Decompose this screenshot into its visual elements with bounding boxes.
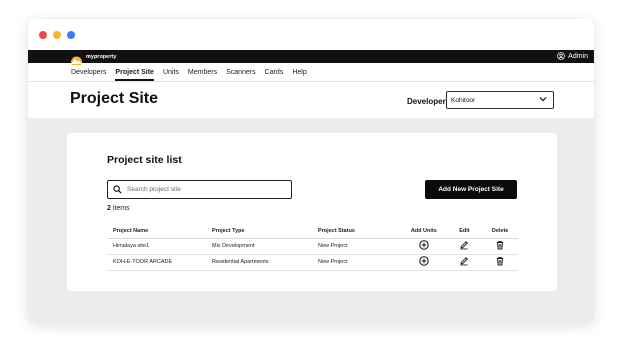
top-bar: myproperty Admin bbox=[28, 50, 594, 68]
project-type-cell: Residential Apartments bbox=[205, 254, 312, 271]
column-header-delete: Delete bbox=[482, 224, 518, 239]
close-window-button[interactable] bbox=[39, 31, 47, 39]
trash-icon[interactable] bbox=[495, 240, 505, 252]
nav-item-developers[interactable]: Developers bbox=[71, 69, 106, 76]
project-status-cell: New Project bbox=[312, 254, 402, 271]
user-menu[interactable]: Admin bbox=[557, 51, 588, 62]
trash-icon[interactable] bbox=[495, 256, 505, 268]
main-nav: Developers Project Site Units Members Sc… bbox=[28, 63, 594, 82]
project-status-cell: New Project bbox=[312, 238, 402, 255]
item-count-suffix: items bbox=[110, 205, 130, 212]
add-circle-icon[interactable] bbox=[419, 240, 429, 252]
add-units-cell bbox=[401, 254, 447, 271]
developer-select[interactable]: Kohitoor bbox=[446, 91, 554, 109]
nav-item-help[interactable]: Help bbox=[292, 69, 306, 76]
project-site-card: Project site list Add New Project Site 2… bbox=[67, 133, 557, 291]
project-name-cell: KOH-E-TOOR ARCADE bbox=[107, 254, 206, 271]
window-chrome bbox=[28, 19, 594, 50]
project-name-cell: Himalaya site1 bbox=[107, 238, 206, 255]
chevron-down-icon bbox=[539, 96, 547, 104]
card-title: Project site list bbox=[107, 154, 182, 166]
minimize-window-button[interactable] bbox=[53, 31, 61, 39]
column-header-project-type: Project Type bbox=[205, 224, 312, 239]
project-type-cell: Mix Development bbox=[205, 238, 312, 255]
app-window: myproperty Admin Developers Project Site… bbox=[28, 19, 594, 324]
developer-label: Developer bbox=[407, 97, 446, 106]
edit-cell bbox=[446, 254, 483, 271]
delete-cell bbox=[482, 254, 518, 271]
project-site-table: Project Name Project Type Project Status… bbox=[107, 224, 518, 271]
developer-select-value: Kohitoor bbox=[451, 96, 476, 104]
item-count: 2 items bbox=[107, 205, 130, 212]
column-header-edit: Edit bbox=[446, 224, 483, 239]
table-row: Himalaya site1 Mix Development New Proje… bbox=[107, 238, 518, 255]
logo-icon bbox=[70, 52, 83, 68]
pencil-icon[interactable] bbox=[459, 256, 469, 268]
table-header-row: Project Name Project Type Project Status… bbox=[107, 224, 518, 239]
pencil-icon[interactable] bbox=[459, 240, 469, 252]
add-circle-icon[interactable] bbox=[419, 256, 429, 268]
nav-item-project-site[interactable]: Project Site bbox=[115, 69, 154, 81]
content-area: Project site list Add New Project Site 2… bbox=[28, 118, 594, 324]
table-row: KOH-E-TOOR ARCADE Residential Apartments… bbox=[107, 254, 518, 271]
maximize-window-button[interactable] bbox=[67, 31, 75, 39]
add-units-cell bbox=[401, 238, 447, 255]
delete-cell bbox=[482, 238, 518, 255]
search-input[interactable] bbox=[127, 186, 277, 193]
nav-item-cards[interactable]: Cards bbox=[265, 69, 284, 76]
nav-item-units[interactable]: Units bbox=[163, 69, 179, 76]
logo[interactable]: myproperty bbox=[70, 51, 123, 68]
user-circle-icon bbox=[557, 51, 565, 62]
nav-item-members[interactable]: Members bbox=[188, 69, 217, 76]
nav-item-scanners[interactable]: Scanners bbox=[226, 69, 256, 76]
column-header-add-units: Add Units bbox=[401, 224, 447, 239]
column-header-project-status: Project Status bbox=[312, 224, 402, 239]
search-icon bbox=[113, 181, 122, 199]
edit-cell bbox=[446, 238, 483, 255]
user-name: Admin bbox=[568, 53, 588, 60]
page-header: Project Site Developer Kohitoor bbox=[28, 82, 594, 118]
page-title: Project Site bbox=[70, 90, 159, 107]
search-box[interactable] bbox=[107, 180, 292, 199]
logo-text: myproperty bbox=[86, 53, 117, 60]
column-header-project-name: Project Name bbox=[107, 224, 206, 239]
add-project-site-button[interactable]: Add New Project Site bbox=[425, 180, 517, 199]
